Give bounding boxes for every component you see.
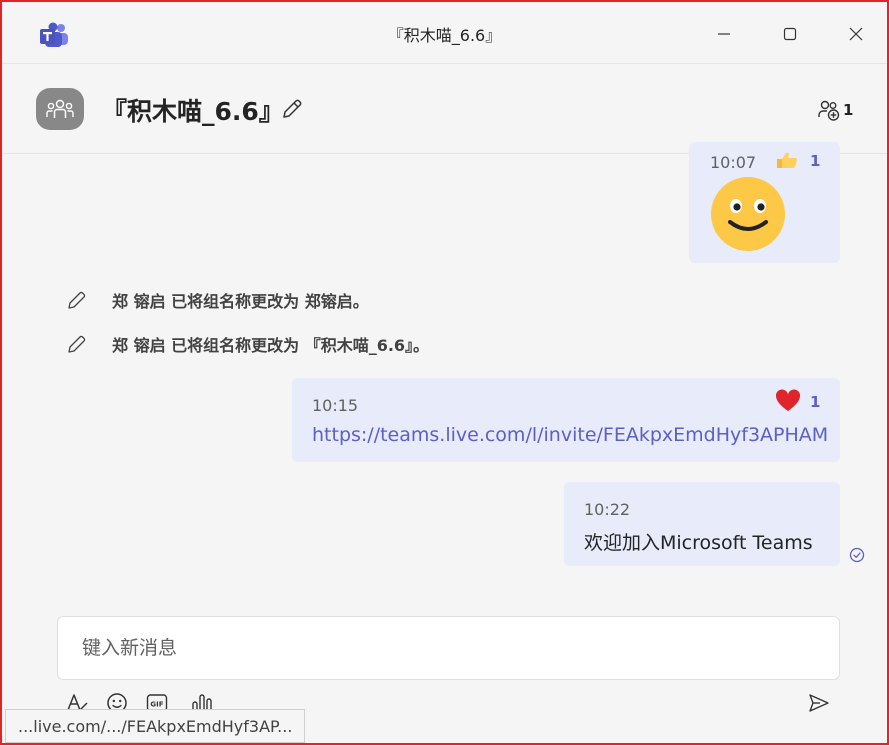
message-time: 10:15 xyxy=(312,396,359,415)
link-status-tooltip: ...live.com/.../FEAkpxEmdHyf3AP... xyxy=(5,709,306,743)
system-event-text: 郑 镕启 已将组名称更改为 『积木喵_6.6』。 xyxy=(112,336,430,355)
chat-header: 『积木喵_6.6』 1 xyxy=(2,64,887,154)
people-add-icon xyxy=(818,100,840,121)
maximize-icon xyxy=(783,27,797,41)
participants-button[interactable]: 1 xyxy=(817,98,853,122)
group-avatar[interactable] xyxy=(36,88,84,130)
slightly-smiling-face-icon xyxy=(710,176,786,256)
message-input[interactable] xyxy=(58,617,839,679)
message-time: 10:07 xyxy=(710,153,757,172)
system-event: 郑 镕启 已将组名称更改为 郑镕启。 xyxy=(66,288,369,312)
teams-window: 『积木喵_6.6』 『积木喵_6.6』 1 10:07 1 郑 镕启 已将组名称… xyxy=(0,0,889,745)
reaction-count: 1 xyxy=(810,152,821,170)
system-event: 郑 镕启 已将组名称更改为 『积木喵_6.6』。 xyxy=(66,332,429,356)
message-bubble[interactable]: 10:22 欢迎加入Microsoft Teams xyxy=(564,482,840,566)
pencil-icon xyxy=(68,291,86,309)
system-event-text: 郑 镕启 已将组名称更改为 郑镕启。 xyxy=(112,292,369,311)
sent-check-icon xyxy=(849,547,865,567)
heart-icon[interactable] xyxy=(775,389,801,417)
minimize-icon xyxy=(718,33,730,35)
message-bubble[interactable]: 10:07 1 xyxy=(689,142,840,263)
close-icon xyxy=(849,27,863,41)
send-icon xyxy=(809,694,829,712)
pencil-icon xyxy=(68,335,86,353)
chat-title: 『积木喵_6.6』 xyxy=(102,97,284,126)
maximize-button[interactable] xyxy=(776,20,804,48)
message-bubble[interactable]: 10:15 1 https://teams.live.com/l/invite/… xyxy=(292,378,840,462)
compose-box xyxy=(57,616,840,680)
minimize-button[interactable] xyxy=(710,20,738,48)
close-button[interactable] xyxy=(842,20,870,48)
message-text: 欢迎加入Microsoft Teams xyxy=(584,532,813,554)
participant-count: 1 xyxy=(843,101,854,119)
window-title: 『积木喵_6.6』 xyxy=(387,26,502,45)
message-time: 10:22 xyxy=(584,500,631,519)
send-button[interactable] xyxy=(806,690,832,716)
svg-text:GIF: GIF xyxy=(150,701,163,709)
edit-chat-name-button[interactable] xyxy=(280,97,304,121)
pencil-icon xyxy=(283,99,302,118)
group-people-icon xyxy=(46,99,74,118)
title-bar: 『积木喵_6.6』 xyxy=(2,2,887,64)
reaction-count: 1 xyxy=(810,393,821,411)
thumbs-up-icon[interactable] xyxy=(775,150,799,174)
invite-link[interactable]: https://teams.live.com/l/invite/FEAkpxEm… xyxy=(312,424,828,446)
